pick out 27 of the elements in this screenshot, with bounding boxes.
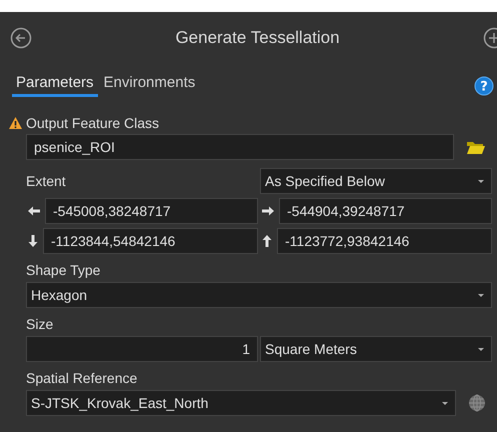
down-arrow-icon — [28, 235, 38, 247]
help-icon[interactable]: ? — [474, 76, 494, 96]
shape-type-dropdown[interactable]: Hexagon — [26, 282, 492, 308]
field-label: Spatial Reference — [26, 370, 138, 388]
extent-dropdown[interactable]: As Specified Below — [260, 168, 492, 194]
up-arrow-icon — [262, 235, 272, 247]
field-label: Extent — [26, 173, 67, 189]
unit-dropdown[interactable]: Square Meters — [260, 336, 492, 362]
tab[interactable]: Environments — [100, 74, 200, 97]
left-arrow-icon — [28, 206, 40, 216]
add-icon[interactable] — [483, 27, 497, 49]
globe-icon[interactable] — [468, 394, 486, 412]
spatial-reference-dropdown[interactable]: S-JTSK_Krovak_East_North — [26, 390, 456, 416]
field-label: Size — [26, 316, 54, 334]
coordinate-field[interactable]: -1123844,54842146 — [43, 228, 258, 254]
output-field[interactable]: psenice_ROI — [26, 134, 454, 160]
right-arrow-icon — [262, 206, 274, 216]
field-label: Output Feature Class — [26, 115, 160, 131]
coordinate-field[interactable]: -545008,38248717 — [45, 198, 258, 224]
coordinate-field[interactable]: -1123772,93842146 — [277, 228, 492, 254]
coordinate-field[interactable]: -544904,39248717 — [279, 198, 492, 224]
size-field[interactable]: 1 — [26, 336, 258, 362]
tab[interactable]: Parameters — [12, 74, 98, 97]
tool-title: Generate Tessellation — [175, 28, 340, 48]
field-label: Shape Type — [26, 262, 102, 280]
folder-icon[interactable] — [466, 139, 486, 155]
back-icon[interactable] — [10, 27, 32, 49]
